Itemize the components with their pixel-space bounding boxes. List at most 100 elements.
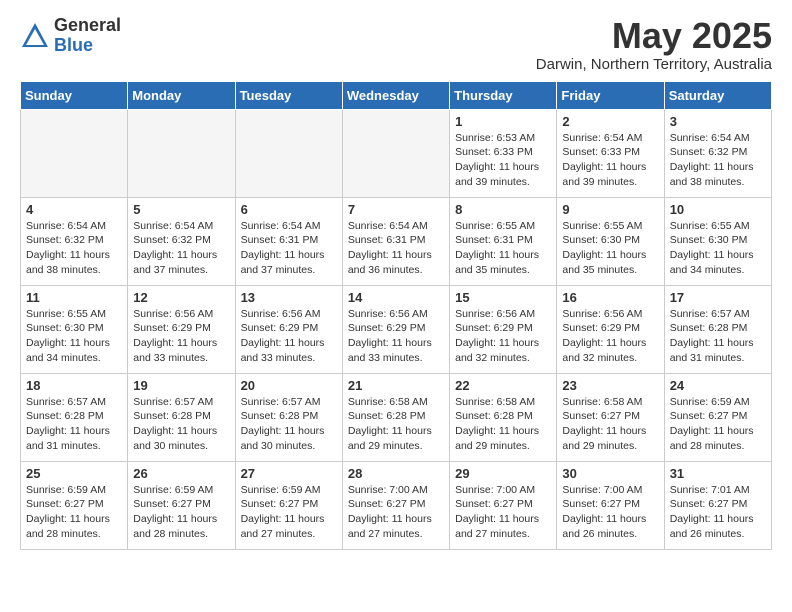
day-number: 20 (241, 378, 337, 393)
day-cell: 19 Sunrise: 6:57 AM Sunset: 6:28 PM Dayli… (128, 373, 235, 461)
day-info: Sunrise: 6:58 AM Sunset: 6:28 PM Dayligh… (348, 395, 444, 454)
page: General Blue May 2025 Darwin, Northern T… (0, 0, 792, 566)
day-number: 18 (26, 378, 122, 393)
day-number: 26 (133, 466, 229, 481)
day-cell: 10 Sunrise: 6:55 AM Sunset: 6:30 PM Dayli… (664, 197, 771, 285)
day-cell: 26 Sunrise: 6:59 AM Sunset: 6:27 PM Dayli… (128, 461, 235, 549)
day-number: 5 (133, 202, 229, 217)
day-number: 29 (455, 466, 551, 481)
day-cell: 11 Sunrise: 6:55 AM Sunset: 6:30 PM Dayli… (21, 285, 128, 373)
day-number: 7 (348, 202, 444, 217)
day-header-monday: Monday (128, 81, 235, 109)
day-cell: 13 Sunrise: 6:56 AM Sunset: 6:29 PM Dayli… (235, 285, 342, 373)
day-number: 16 (562, 290, 658, 305)
day-cell (128, 109, 235, 197)
week-row-3: 11 Sunrise: 6:55 AM Sunset: 6:30 PM Dayli… (21, 285, 772, 373)
day-cell: 9 Sunrise: 6:55 AM Sunset: 6:30 PM Daylig… (557, 197, 664, 285)
day-header-thursday: Thursday (450, 81, 557, 109)
header: General Blue May 2025 Darwin, Northern T… (20, 16, 772, 73)
day-cell: 1Sunrise: 6:53 AM Sunset: 6:33 PM Daylig… (450, 109, 557, 197)
day-number: 13 (241, 290, 337, 305)
day-info: Sunrise: 6:54 AM Sunset: 6:32 PM Dayligh… (670, 131, 766, 190)
day-cell: 12 Sunrise: 6:56 AM Sunset: 6:29 PM Dayli… (128, 285, 235, 373)
day-info: Sunrise: 6:59 AM Sunset: 6:27 PM Dayligh… (670, 395, 766, 454)
day-cell (342, 109, 449, 197)
day-number: 24 (670, 378, 766, 393)
day-header-saturday: Saturday (664, 81, 771, 109)
day-number: 23 (562, 378, 658, 393)
week-row-2: 4Sunrise: 6:54 AM Sunset: 6:32 PM Daylig… (21, 197, 772, 285)
day-info: Sunrise: 6:59 AM Sunset: 6:27 PM Dayligh… (26, 483, 122, 542)
day-info: Sunrise: 6:55 AM Sunset: 6:30 PM Dayligh… (670, 219, 766, 278)
day-cell: 17Sunrise: 6:57 AM Sunset: 6:28 PM Dayli… (664, 285, 771, 373)
day-number: 3 (670, 114, 766, 129)
day-cell: 4Sunrise: 6:54 AM Sunset: 6:32 PM Daylig… (21, 197, 128, 285)
day-cell: 23Sunrise: 6:58 AM Sunset: 6:27 PM Dayli… (557, 373, 664, 461)
day-cell: 3 Sunrise: 6:54 AM Sunset: 6:32 PM Daylig… (664, 109, 771, 197)
day-number: 11 (26, 290, 122, 305)
day-number: 17 (670, 290, 766, 305)
day-info: Sunrise: 6:54 AM Sunset: 6:32 PM Dayligh… (133, 219, 229, 278)
day-number: 30 (562, 466, 658, 481)
day-info: Sunrise: 6:56 AM Sunset: 6:29 PM Dayligh… (562, 307, 658, 366)
day-info: Sunrise: 6:57 AM Sunset: 6:28 PM Dayligh… (133, 395, 229, 454)
day-number: 14 (348, 290, 444, 305)
day-info: Sunrise: 7:01 AM Sunset: 6:27 PM Dayligh… (670, 483, 766, 542)
day-cell: 16 Sunrise: 6:56 AM Sunset: 6:29 PM Dayli… (557, 285, 664, 373)
day-info: Sunrise: 6:59 AM Sunset: 6:27 PM Dayligh… (133, 483, 229, 542)
day-cell: 2Sunrise: 6:54 AM Sunset: 6:33 PM Daylig… (557, 109, 664, 197)
week-row-5: 25Sunrise: 6:59 AM Sunset: 6:27 PM Dayli… (21, 461, 772, 549)
day-info: Sunrise: 6:59 AM Sunset: 6:27 PM Dayligh… (241, 483, 337, 542)
day-header-tuesday: Tuesday (235, 81, 342, 109)
calendar-subtitle: Darwin, Northern Territory, Australia (536, 56, 772, 73)
day-number: 1 (455, 114, 551, 129)
day-info: Sunrise: 7:00 AM Sunset: 6:27 PM Dayligh… (348, 483, 444, 542)
day-info: Sunrise: 6:55 AM Sunset: 6:30 PM Dayligh… (26, 307, 122, 366)
day-cell: 21 Sunrise: 6:58 AM Sunset: 6:28 PM Dayli… (342, 373, 449, 461)
logo-icon (20, 21, 50, 51)
day-number: 21 (348, 378, 444, 393)
day-cell (21, 109, 128, 197)
day-cell: 7 Sunrise: 6:54 AM Sunset: 6:31 PM Daylig… (342, 197, 449, 285)
day-number: 19 (133, 378, 229, 393)
day-info: Sunrise: 6:54 AM Sunset: 6:31 PM Dayligh… (241, 219, 337, 278)
day-cell: 8 Sunrise: 6:55 AM Sunset: 6:31 PM Daylig… (450, 197, 557, 285)
calendar-table: SundayMondayTuesdayWednesdayThursdayFrid… (20, 81, 772, 550)
day-info: Sunrise: 6:57 AM Sunset: 6:28 PM Dayligh… (241, 395, 337, 454)
day-number: 12 (133, 290, 229, 305)
day-cell: 28 Sunrise: 7:00 AM Sunset: 6:27 PM Dayli… (342, 461, 449, 549)
title-block: May 2025 Darwin, Northern Territory, Aus… (536, 16, 772, 73)
day-cell: 27 Sunrise: 6:59 AM Sunset: 6:27 PM Dayli… (235, 461, 342, 549)
day-info: Sunrise: 6:54 AM Sunset: 6:33 PM Dayligh… (562, 131, 658, 190)
day-info: Sunrise: 6:56 AM Sunset: 6:29 PM Dayligh… (455, 307, 551, 366)
day-info: Sunrise: 6:55 AM Sunset: 6:30 PM Dayligh… (562, 219, 658, 278)
day-cell: 20 Sunrise: 6:57 AM Sunset: 6:28 PM Dayli… (235, 373, 342, 461)
logo: General Blue (20, 16, 121, 56)
day-info: Sunrise: 6:56 AM Sunset: 6:29 PM Dayligh… (241, 307, 337, 366)
logo-general-text: General (54, 16, 121, 36)
day-info: Sunrise: 6:54 AM Sunset: 6:31 PM Dayligh… (348, 219, 444, 278)
day-number: 27 (241, 466, 337, 481)
calendar-title: May 2025 (536, 16, 772, 56)
day-cell: 6 Sunrise: 6:54 AM Sunset: 6:31 PM Daylig… (235, 197, 342, 285)
day-cell: 14 Sunrise: 6:56 AM Sunset: 6:29 PM Dayli… (342, 285, 449, 373)
day-cell: 5 Sunrise: 6:54 AM Sunset: 6:32 PM Daylig… (128, 197, 235, 285)
day-number: 10 (670, 202, 766, 217)
day-cell: 15Sunrise: 6:56 AM Sunset: 6:29 PM Dayli… (450, 285, 557, 373)
logo-text: General Blue (54, 16, 121, 56)
day-number: 28 (348, 466, 444, 481)
day-number: 9 (562, 202, 658, 217)
day-info: Sunrise: 6:55 AM Sunset: 6:31 PM Dayligh… (455, 219, 551, 278)
day-header-friday: Friday (557, 81, 664, 109)
day-number: 31 (670, 466, 766, 481)
day-info: Sunrise: 6:56 AM Sunset: 6:29 PM Dayligh… (133, 307, 229, 366)
logo-blue-text: Blue (54, 36, 121, 56)
day-number: 22 (455, 378, 551, 393)
day-info: Sunrise: 6:56 AM Sunset: 6:29 PM Dayligh… (348, 307, 444, 366)
day-cell: 22Sunrise: 6:58 AM Sunset: 6:28 PM Dayli… (450, 373, 557, 461)
day-number: 8 (455, 202, 551, 217)
day-cell: 29Sunrise: 7:00 AM Sunset: 6:27 PM Dayli… (450, 461, 557, 549)
week-row-1: 1Sunrise: 6:53 AM Sunset: 6:33 PM Daylig… (21, 109, 772, 197)
day-number: 6 (241, 202, 337, 217)
day-header-wednesday: Wednesday (342, 81, 449, 109)
